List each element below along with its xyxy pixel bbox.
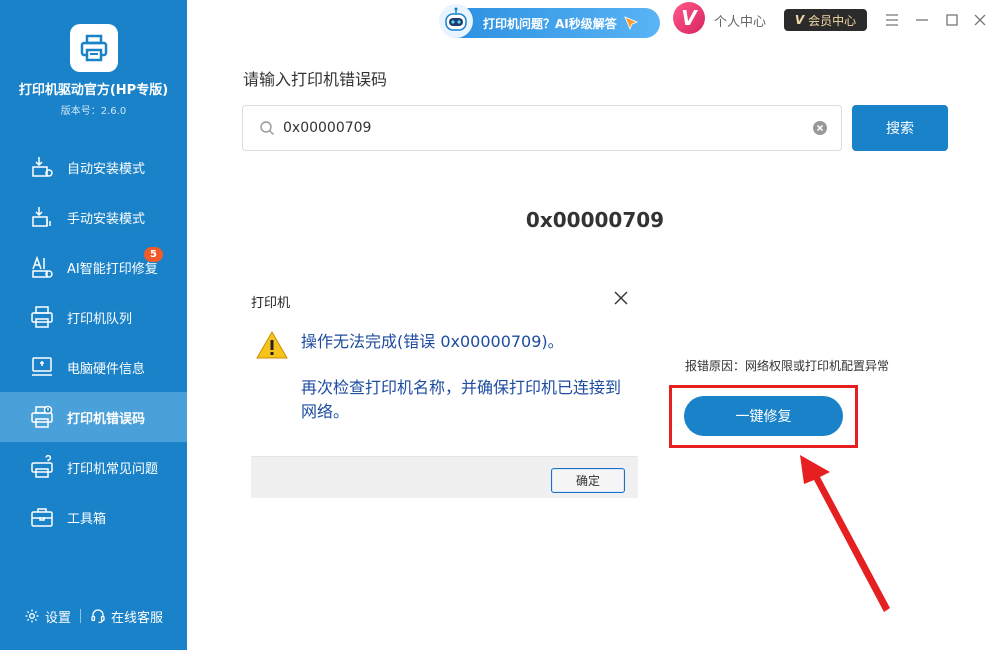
app-name: 打印机驱动官方(HP专版): [18, 83, 169, 98]
robot-icon: [437, 2, 475, 40]
maximize-button[interactable]: [942, 10, 962, 30]
headset-icon: [91, 609, 105, 624]
clear-icon[interactable]: [812, 120, 828, 136]
printer-logo-icon: [80, 34, 108, 62]
sidebar-item-printer-queue[interactable]: 打印机队列: [0, 292, 187, 342]
hardware-info-icon: [30, 355, 54, 379]
maximize-icon: [946, 14, 958, 26]
dialog-message: 操作无法完成(错误 0x00000709)。: [301, 332, 564, 351]
one-click-fix-button[interactable]: 一键修复: [684, 396, 843, 436]
close-icon: [614, 291, 628, 305]
sidebar-item-label: 打印机错误码: [67, 411, 146, 427]
ai-help-label: 打印机问题？AI秒级解答: [483, 16, 617, 31]
app-logo: [70, 24, 118, 72]
ai-help-button[interactable]: 打印机问题？AI秒级解答: [439, 4, 660, 38]
settings-button[interactable]: 设置: [24, 607, 71, 626]
notification-badge: 5: [144, 247, 163, 262]
dialog-title: 打印机: [251, 296, 291, 311]
vip-badge-icon: V: [794, 13, 805, 27]
sidebar-item-ai-repair[interactable]: AI智能打印修复 5: [0, 242, 187, 292]
sidebar-item-toolbox[interactable]: 工具箱: [0, 492, 187, 542]
red-arrow-annotation: [800, 455, 890, 612]
search-input[interactable]: [283, 120, 783, 136]
menu-button[interactable]: [882, 10, 902, 30]
error-dialog-image: 打印机 操作无法完成(错误 0x00000709)。 再次检查打印机名称，并确保…: [251, 282, 638, 498]
vip-center-label: 会员中心: [808, 13, 857, 28]
search-box: [242, 105, 842, 151]
sidebar-item-label: 打印机队列: [67, 311, 133, 327]
online-support-button[interactable]: 在线客服: [90, 607, 163, 626]
warning-icon: [256, 330, 288, 359]
close-window-button[interactable]: [970, 10, 990, 30]
printer-error-icon: [30, 405, 54, 429]
search-icon: [260, 121, 274, 135]
sidebar-item-label: 工具箱: [67, 511, 107, 527]
sidebar-item-printer-faq[interactable]: 打印机常见问题: [0, 442, 187, 492]
sidebar-item-hardware-info[interactable]: 电脑硬件信息: [0, 342, 187, 392]
personal-center-link[interactable]: 个人中心: [714, 11, 766, 30]
sidebar-item-printer-error[interactable]: 打印机错误码: [0, 392, 187, 442]
app-version: 版本号：2.6.0: [60, 106, 127, 117]
sidebar-item-label: AI智能打印修复: [67, 261, 158, 277]
error-reason: 报错原因：网络权限或打印机配置异常: [685, 359, 890, 373]
sidebar-item-label: 电脑硬件信息: [67, 361, 146, 377]
search-button[interactable]: 搜索: [852, 105, 948, 151]
ai-repair-icon: [30, 255, 54, 279]
page-title: 请输入打印机错误码: [243, 70, 388, 89]
sidebar-footer: 设置 在线客服: [0, 602, 187, 630]
printer-faq-icon: [30, 455, 54, 479]
pointer-cursor-icon: [624, 16, 638, 31]
dialog-detail: 再次检查打印机名称，并确保打印机已连接到网络。: [301, 378, 622, 421]
footer-divider: [80, 609, 81, 623]
dialog-ok-button: 确定: [551, 468, 625, 493]
support-label: 在线客服: [111, 610, 164, 626]
sidebar-nav: 自动安装模式 手动安装模式 AI智能打印修复 5 打印机队列 电脑硬件信息 打印…: [0, 142, 187, 542]
gear-icon: [25, 609, 39, 623]
settings-label: 设置: [44, 610, 71, 626]
hamburger-menu-icon: [886, 14, 898, 26]
dialog-footer: 确定: [251, 456, 638, 498]
sidebar-item-auto-install[interactable]: 自动安装模式: [0, 142, 187, 192]
printer-queue-icon: [30, 305, 54, 329]
user-avatar[interactable]: V: [673, 2, 705, 34]
auto-install-icon: [30, 155, 54, 179]
close-icon: [974, 14, 986, 26]
sidebar-item-label: 打印机常见问题: [67, 461, 159, 477]
sidebar-item-label: 自动安装模式: [67, 161, 146, 177]
toolbox-icon: [30, 505, 54, 529]
sidebar: 打印机驱动官方(HP专版) 版本号：2.6.0 自动安装模式 手动安装模式 AI…: [0, 0, 187, 650]
vip-center-button[interactable]: V 会员中心: [784, 9, 867, 31]
error-code-heading: 0x00000709: [525, 208, 665, 232]
minimize-button[interactable]: [912, 10, 932, 30]
minimize-icon: [916, 19, 928, 21]
